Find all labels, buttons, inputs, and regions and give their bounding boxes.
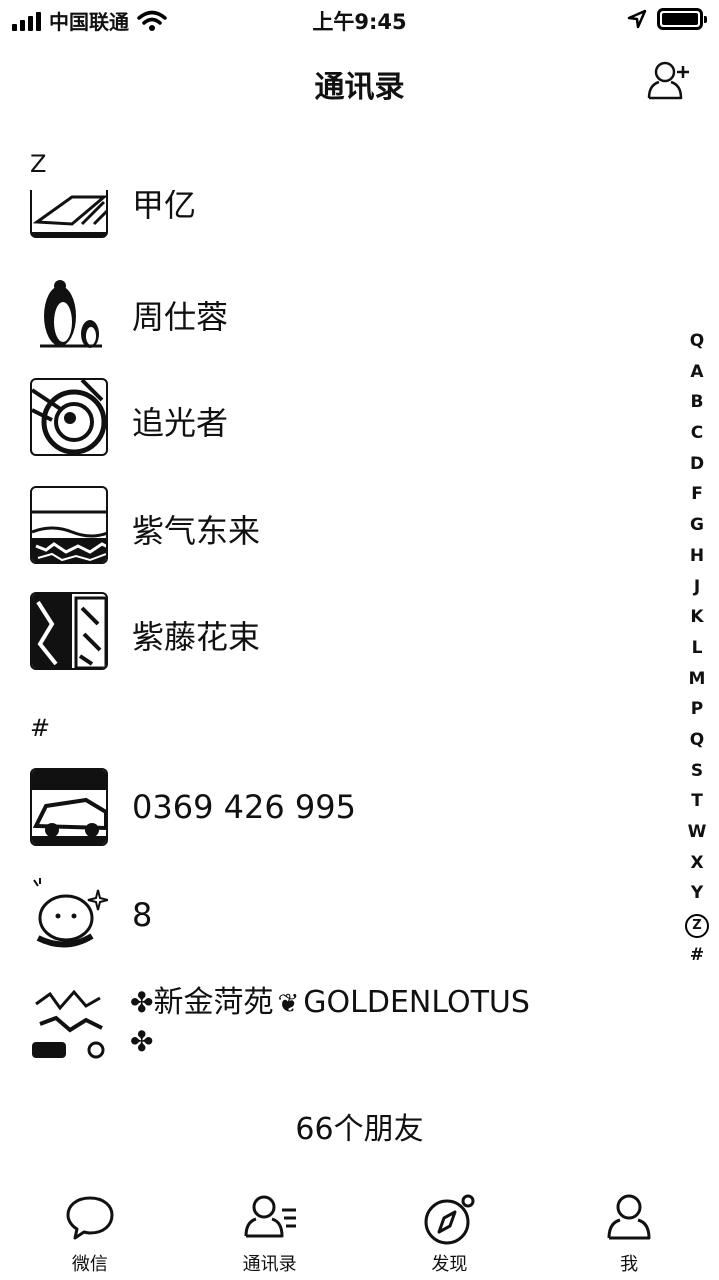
tab-label: 通讯录 xyxy=(242,1254,297,1275)
status-right xyxy=(627,8,707,30)
index-letter-b[interactable]: B xyxy=(683,387,711,418)
nav-bar: 通讯录 xyxy=(0,44,719,120)
contact-row[interactable]: 8 xyxy=(0,876,660,984)
contact-row[interactable]: ✤新金菏苑 ❦ GOLDENLOTUS ✤ xyxy=(0,984,660,1074)
contact-name: 周仕蓉 xyxy=(132,298,229,336)
index-letter-q[interactable]: Q xyxy=(683,725,711,756)
index-letter-z[interactable]: Z xyxy=(683,909,711,940)
friend-count: 66个朋友 xyxy=(295,1112,424,1147)
compass-icon xyxy=(424,1194,475,1245)
index-letter-hash[interactable]: # xyxy=(683,940,711,971)
index-letter-s[interactable]: S xyxy=(683,756,711,787)
status-time: 上午9:45 xyxy=(312,10,407,34)
avatar xyxy=(30,486,108,564)
battery-icon xyxy=(657,8,707,30)
index-letter-d[interactable]: D xyxy=(683,449,711,480)
contact-name: 紫气东来 xyxy=(132,512,261,550)
index-letter-k[interactable]: K xyxy=(683,602,711,633)
tab-discover[interactable]: 发现 xyxy=(360,1180,540,1280)
avatar-car xyxy=(30,768,108,846)
index-letter-w[interactable]: W xyxy=(683,817,711,848)
index-letter-g[interactable]: G xyxy=(683,510,711,541)
index-letter-a[interactable]: A xyxy=(683,357,711,388)
contact-name: 追光者 xyxy=(132,404,229,442)
avatar-cartoon xyxy=(30,876,108,954)
index-search-icon[interactable]: Q xyxy=(683,326,711,357)
contact-name: 新金菏苑 xyxy=(153,985,274,1020)
index-letter-f[interactable]: F xyxy=(683,479,711,510)
index-letter-t[interactable]: T xyxy=(683,786,711,817)
avatar-penguin xyxy=(30,272,108,350)
add-person-icon xyxy=(647,61,689,100)
tab-label: 微信 xyxy=(71,1254,108,1275)
contacts-icon xyxy=(244,1195,296,1238)
contact-name: 紫藤花束 xyxy=(132,618,261,656)
avatar xyxy=(30,592,108,670)
index-letter-x[interactable]: X xyxy=(683,848,711,879)
chat-bubble-icon xyxy=(66,1196,114,1240)
index-letter-m[interactable]: M xyxy=(683,664,711,695)
person-icon xyxy=(607,1194,651,1240)
status-bar: 中国联通 上午9:45 xyxy=(0,0,719,40)
section-header-z: Z xyxy=(30,150,47,178)
contact-row[interactable]: 紫气东来 xyxy=(0,486,660,594)
tab-label: 发现 xyxy=(431,1254,468,1275)
index-letter-y[interactable]: Y xyxy=(683,878,711,909)
avatar xyxy=(30,984,108,1062)
clover-icon: ✤ xyxy=(130,986,154,1019)
rooster-icon: ❦ xyxy=(277,989,300,1019)
avatar xyxy=(30,190,108,238)
contact-row-clipped[interactable]: 甲亿 xyxy=(0,190,719,246)
index-letter-h[interactable]: H xyxy=(683,541,711,572)
contact-row[interactable]: 紫藤花束 xyxy=(0,592,660,700)
index-letter-p[interactable]: P xyxy=(683,694,711,725)
location-arrow-icon xyxy=(627,9,647,29)
contact-name-multiline: ✤新金菏苑 ❦ GOLDENLOTUS ✤ xyxy=(130,984,530,1061)
contact-row[interactable]: 周仕蓉 xyxy=(0,272,660,380)
contact-name: 0369 426 995 xyxy=(132,788,356,826)
contact-name-en: GOLDENLOTUS xyxy=(303,985,530,1020)
tab-chats[interactable]: 微信 xyxy=(0,1180,180,1280)
tab-contacts[interactable]: 通讯录 xyxy=(180,1180,360,1280)
tab-label: 我 xyxy=(620,1254,639,1275)
contact-row[interactable]: 0369 426 995 xyxy=(0,768,660,876)
add-friend-button[interactable] xyxy=(643,56,695,108)
index-letter-active: Z xyxy=(685,914,709,939)
page-title: 通讯录 xyxy=(314,70,405,105)
section-header-hash: # xyxy=(30,714,51,742)
tab-bar: 微信 通讯录 发现 我 xyxy=(0,1180,719,1280)
alphabet-index[interactable]: Q A B C D F G H J K L M P Q S T W X Y Z # xyxy=(683,326,711,970)
index-letter-l[interactable]: L xyxy=(683,633,711,664)
avatar xyxy=(30,378,108,456)
tab-me[interactable]: 我 xyxy=(539,1180,719,1280)
contact-row[interactable]: 追光者 xyxy=(0,378,660,486)
clover-icon: ✤ xyxy=(130,1025,154,1058)
index-letter-c[interactable]: C xyxy=(683,418,711,449)
index-letter-j[interactable]: J xyxy=(683,572,711,603)
contact-name: 8 xyxy=(132,896,153,934)
contact-name: 甲亿 xyxy=(132,190,197,224)
